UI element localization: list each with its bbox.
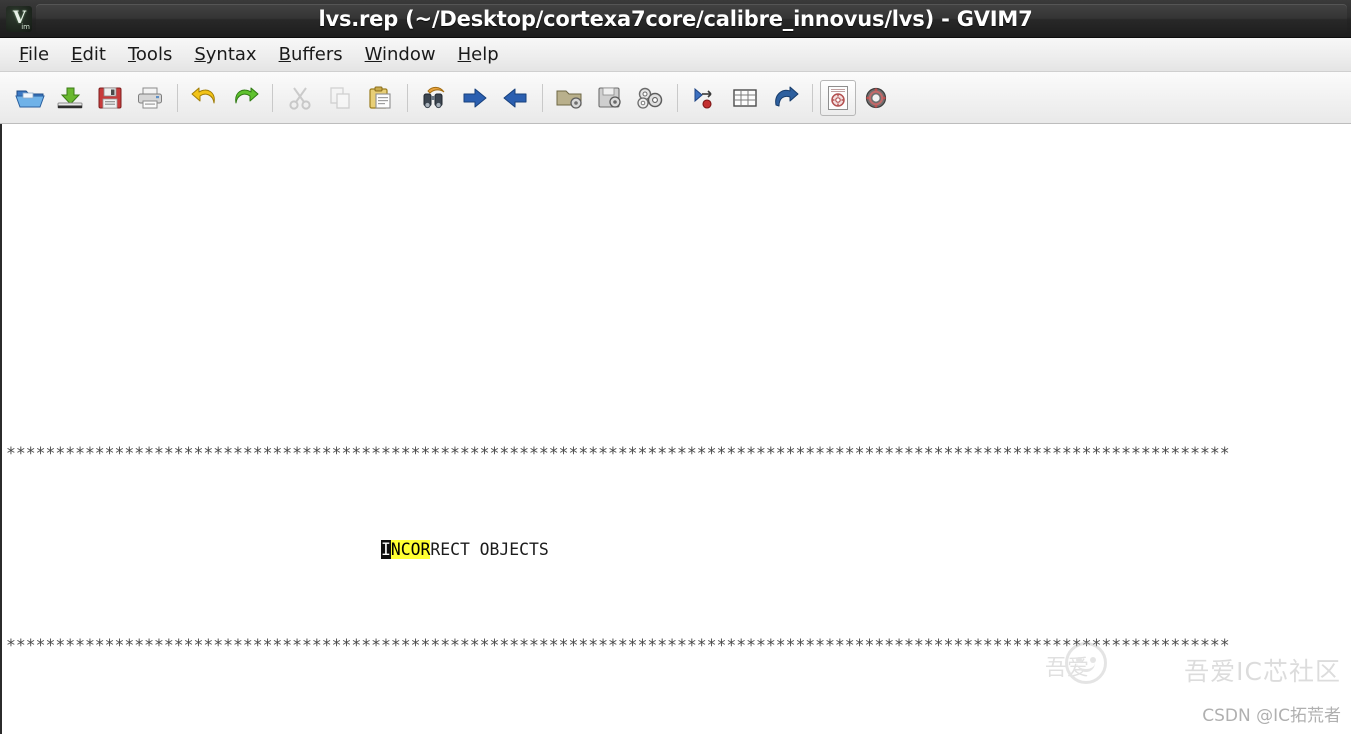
find-previous-icon[interactable] — [495, 78, 535, 118]
menu-item-window[interactable]: Window — [354, 41, 447, 68]
window-title: lvs.rep (~/Desktop/cortexa7core/calibre_… — [318, 7, 1033, 31]
jump-to-tag-icon[interactable] — [765, 78, 805, 118]
menu-item-buffers[interactable]: Buffers — [268, 41, 354, 68]
menu-item-tools[interactable]: Tools — [117, 41, 183, 68]
toolbar-separator — [542, 83, 543, 112]
undo-icon[interactable] — [185, 78, 225, 118]
menu-mnemonic-window: W — [364, 44, 383, 65]
doc-heading-incorrect-objects: INCORRECT OBJECTS — [6, 538, 1351, 562]
menu-label-buffers: uffers — [290, 44, 343, 65]
watermark-credit: CSDN @IC拓荒者 — [1202, 706, 1341, 726]
menu-bar: File Edit Tools Syntax Buffers Window He… — [0, 38, 1351, 72]
document-content[interactable]: ****************************************… — [2, 124, 1351, 734]
title-bar: V im lvs.rep (~/Desktop/cortexa7core/cal… — [0, 0, 1351, 38]
print-icon[interactable] — [130, 78, 170, 118]
menu-mnemonic-buffers: B — [278, 44, 291, 65]
menu-item-file[interactable]: File — [8, 41, 60, 68]
find-icon[interactable] — [415, 78, 455, 118]
build-tags-icon[interactable] — [725, 78, 765, 118]
menu-item-edit[interactable]: Edit — [60, 41, 117, 68]
star-rule: ****************************************… — [6, 636, 1230, 655]
run-script-icon[interactable] — [630, 78, 670, 118]
menu-label-edit: dit — [82, 44, 106, 65]
doc-line-blank — [6, 730, 1351, 734]
toolbar-separator — [272, 83, 273, 112]
menu-mnemonic-tools: T — [127, 44, 136, 65]
redo-icon[interactable] — [225, 78, 265, 118]
toolbar-separator — [407, 83, 408, 112]
heading-text-rest: RECT OBJECTS — [430, 540, 549, 559]
doc-line-blank — [6, 346, 1351, 370]
menu-label-syntax: yntax — [205, 44, 257, 65]
toolbar-separator — [812, 83, 813, 112]
editor-text-area[interactable]: ****************************************… — [0, 124, 1351, 734]
menu-item-syntax[interactable]: Syntax — [183, 41, 267, 68]
menu-mnemonic-syntax: S — [194, 44, 206, 65]
doc-line-blank — [6, 274, 1351, 298]
load-session-icon[interactable] — [550, 78, 590, 118]
heading-indent — [6, 540, 381, 559]
star-rule: ****************************************… — [6, 444, 1230, 463]
editor-cursor: I — [380, 540, 391, 559]
help-icon[interactable] — [820, 79, 856, 116]
menu-mnemonic-edit: E — [71, 44, 83, 65]
cut-icon[interactable] — [280, 78, 320, 118]
save-file-icon[interactable] — [90, 78, 130, 118]
menu-label-window: indow — [382, 44, 436, 65]
gvim-window: V im lvs.rep (~/Desktop/cortexa7core/cal… — [0, 0, 1351, 734]
paste-icon[interactable] — [360, 78, 400, 118]
toolbar — [0, 72, 1351, 124]
menu-mnemonic-file: F — [19, 44, 29, 65]
doc-rule-line: ****************************************… — [6, 442, 1351, 466]
make-icon[interactable] — [685, 78, 725, 118]
open-file-icon[interactable] — [10, 78, 50, 118]
menu-label-help: elp — [471, 44, 499, 65]
menu-mnemonic-help: H — [457, 44, 472, 65]
find-help-icon[interactable] — [856, 78, 896, 118]
save-session-icon[interactable] — [590, 78, 630, 118]
save-all-icon[interactable] — [50, 78, 90, 118]
menu-item-help[interactable]: Help — [447, 41, 510, 68]
toolbar-separator — [677, 83, 678, 112]
find-next-icon[interactable] — [455, 78, 495, 118]
copy-icon[interactable] — [320, 78, 360, 118]
menu-label-tools: ools — [135, 44, 173, 65]
menu-label-file: ile — [28, 44, 50, 65]
doc-line-blank — [6, 202, 1351, 226]
search-highlight: NCOR — [390, 540, 431, 559]
doc-rule-line: ****************************************… — [6, 634, 1351, 658]
toolbar-separator — [177, 83, 178, 112]
